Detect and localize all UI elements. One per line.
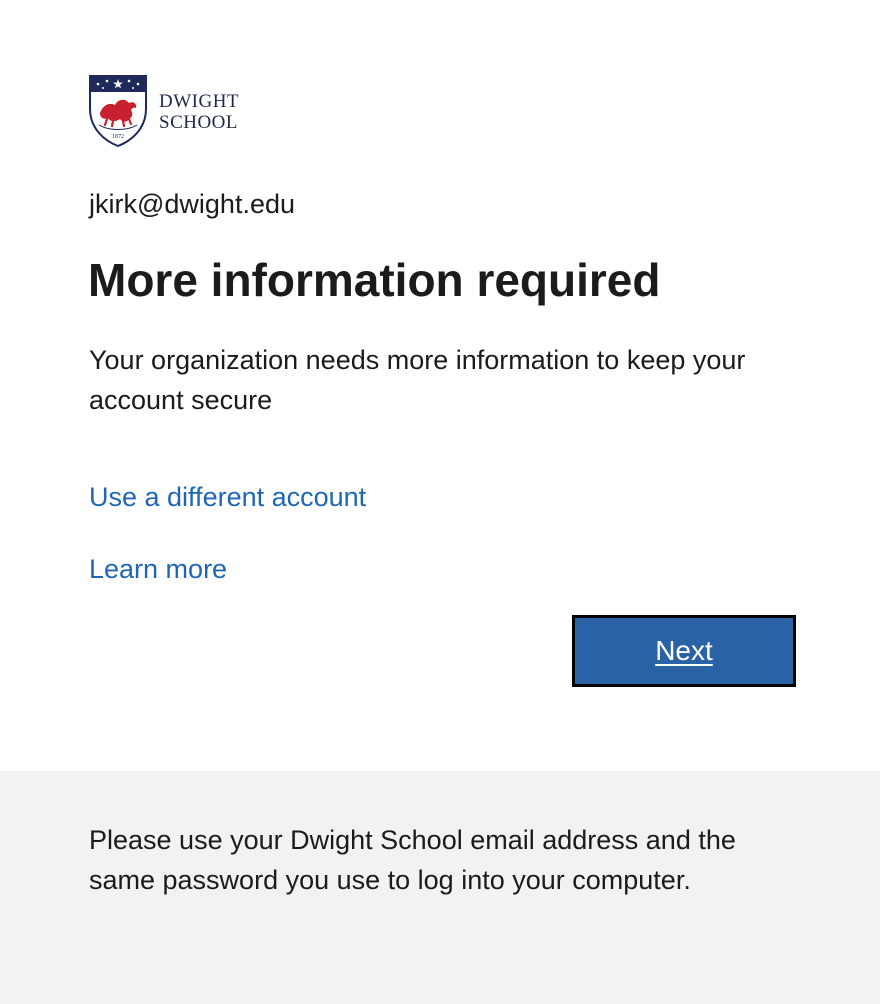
page-description: Your organization needs more information… [89,345,746,415]
sign-in-panel: 1872 DWIGHT SCHOOL jkirk@dwight.edu More… [0,0,880,771]
next-button[interactable]: Next [572,615,796,687]
svg-text:1872: 1872 [112,134,124,140]
page-title: More information required [88,254,661,306]
logo-line-1: DWIGHT [159,91,240,112]
logo-wordmark: DWIGHT SCHOOL [159,91,239,133]
footer-panel: Please use your Dwight School email addr… [0,771,880,1004]
use-different-account-link[interactable]: Use a different account [89,480,366,514]
account-email: jkirk@dwight.edu [89,189,295,219]
learn-more-link[interactable]: Learn more [89,552,227,586]
footer-note: Please use your Dwight School email addr… [89,825,736,895]
crest-icon: 1872 [89,75,147,147]
logo-line-2: SCHOOL [159,112,239,133]
dwight-school-logo: 1872 DWIGHT SCHOOL [89,75,259,147]
